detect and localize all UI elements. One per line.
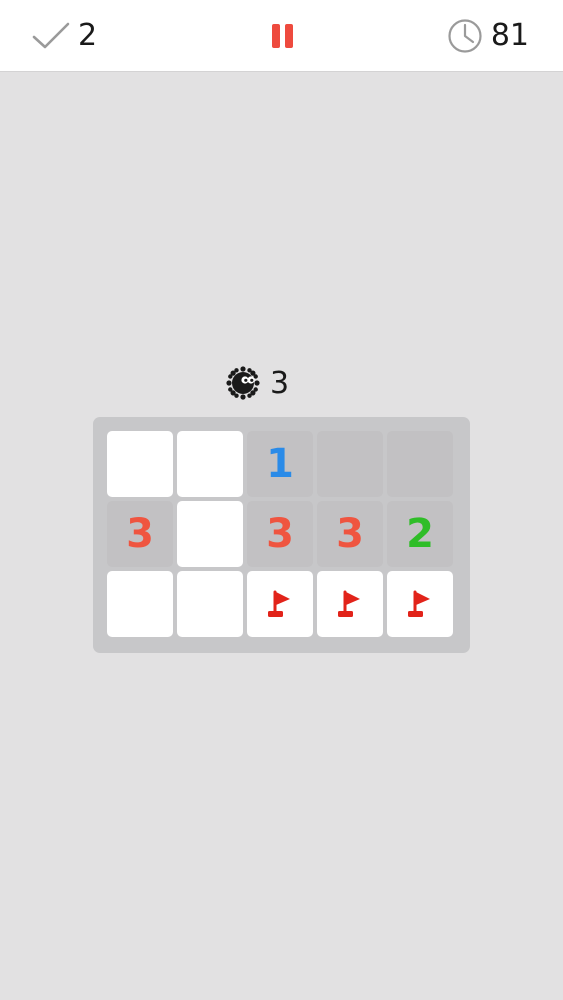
mines-remaining: 3 <box>270 365 290 401</box>
cell-r1-c4[interactable] <box>317 431 383 497</box>
cell-r3-c1[interactable] <box>107 571 173 637</box>
flag-icon <box>266 589 294 619</box>
cell-r1-c1[interactable] <box>107 431 173 497</box>
timer-value: 81 <box>490 18 529 53</box>
game-board: 13332 <box>93 417 470 653</box>
cell-number: 3 <box>336 511 364 557</box>
cell-number: 1 <box>266 441 294 487</box>
cell-r2-c2[interactable] <box>177 501 243 567</box>
pause-button[interactable] <box>262 20 302 52</box>
cell-r3-c4[interactable] <box>317 571 383 637</box>
mine-icon <box>224 364 262 402</box>
cell-r1-c3[interactable]: 1 <box>247 431 313 497</box>
mine-counter: 3 <box>224 364 289 402</box>
checkmark-icon <box>32 22 70 50</box>
cell-r3-c2[interactable] <box>177 571 243 637</box>
cell-r2-c3[interactable]: 3 <box>247 501 313 567</box>
cell-r2-c1[interactable]: 3 <box>107 501 173 567</box>
cell-number: 2 <box>406 511 434 557</box>
solved-count: 2 <box>78 18 98 53</box>
flag-icon <box>406 589 434 619</box>
cell-r3-c3[interactable] <box>247 571 313 637</box>
flag-icon <box>336 589 364 619</box>
solved-counter: 2 <box>32 0 97 71</box>
cell-r1-c5[interactable] <box>387 431 453 497</box>
top-bar: 2 81 <box>0 0 563 72</box>
cell-r3-c5[interactable] <box>387 571 453 637</box>
cell-r1-c2[interactable] <box>177 431 243 497</box>
timer: 81 <box>447 0 529 71</box>
cell-number: 3 <box>126 511 154 557</box>
cell-r2-c4[interactable]: 3 <box>317 501 383 567</box>
clock-icon <box>447 18 483 54</box>
cell-r2-c5[interactable]: 2 <box>387 501 453 567</box>
cell-number: 3 <box>266 511 294 557</box>
pause-icon <box>271 24 280 48</box>
